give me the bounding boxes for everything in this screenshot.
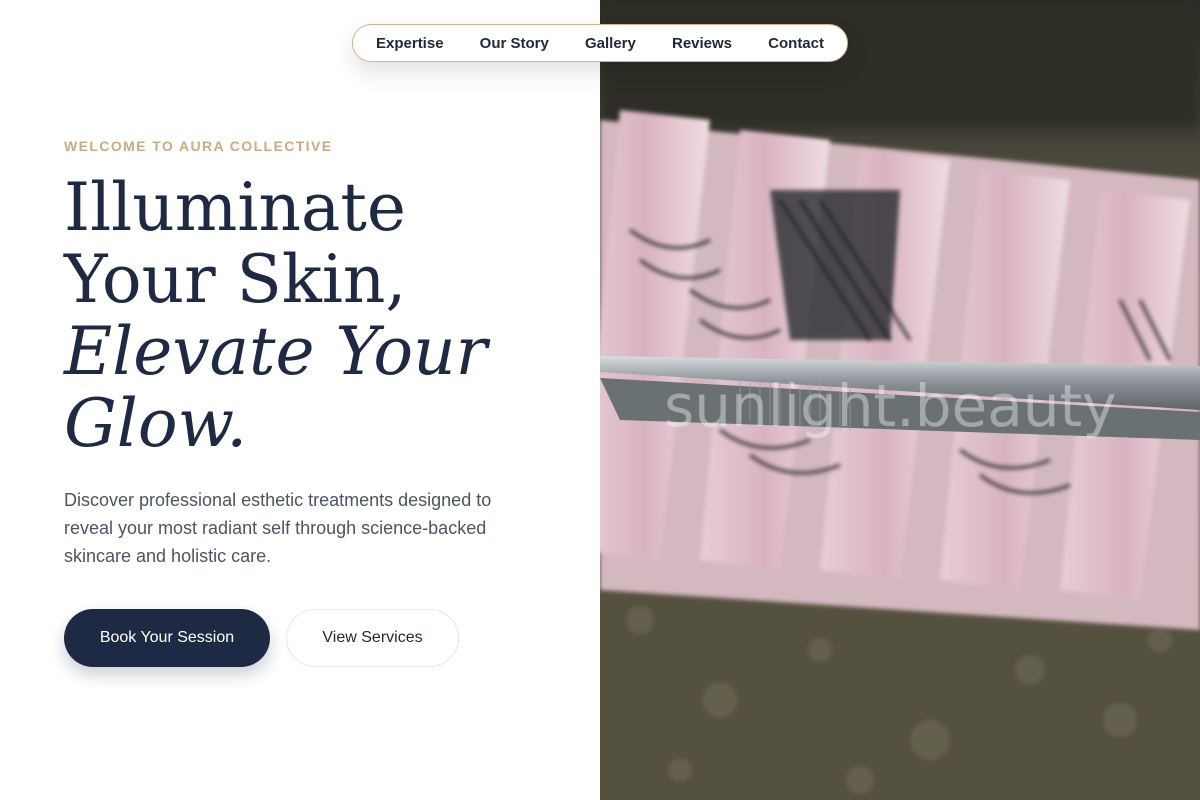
headline-line-4: Glow. — [64, 385, 248, 462]
nav-link-expertise[interactable]: Expertise — [376, 35, 444, 52]
headline-line-3: Elevate Your — [64, 313, 488, 390]
image-watermark: sunlight.beauty — [664, 372, 1117, 440]
nav-link-gallery[interactable]: Gallery — [585, 35, 636, 52]
top-nav: Expertise Our Story Gallery Reviews Cont… — [352, 24, 848, 62]
nav-link-reviews[interactable]: Reviews — [672, 35, 732, 52]
nav-link-contact[interactable]: Contact — [768, 35, 824, 52]
hero-headline: Illuminate Your Skin, Elevate Your Glow. — [64, 172, 584, 460]
book-session-button[interactable]: Book Your Session — [64, 609, 270, 667]
headline-line-1: Illuminate — [64, 169, 406, 246]
hero-photo: sunlight.beauty — [600, 0, 1200, 800]
nav-link-our-story[interactable]: Our Story — [480, 35, 549, 52]
hero-description: Discover professional esthetic treatment… — [64, 490, 492, 566]
view-services-button[interactable]: View Services — [286, 609, 459, 667]
headline-line-2: Your Skin, — [64, 241, 407, 318]
hero-eyebrow: WELCOME TO AURA COLLECTIVE — [64, 138, 333, 154]
